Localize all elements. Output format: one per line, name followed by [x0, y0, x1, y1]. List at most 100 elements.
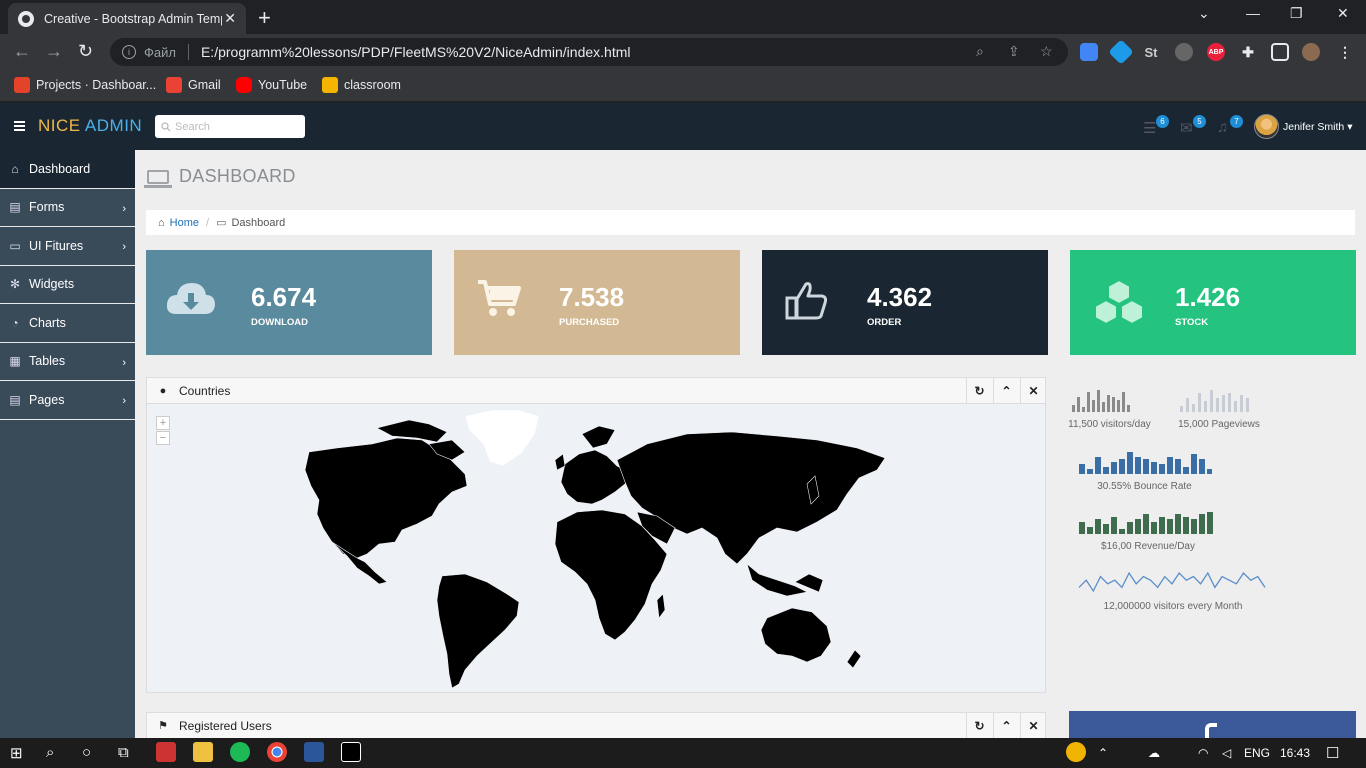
refresh-icon[interactable]: ↻	[966, 713, 992, 738]
extension-st-icon[interactable]: St	[1142, 43, 1160, 61]
chevron-up-icon[interactable]: ⌃	[1098, 746, 1108, 760]
sparkline-bar	[1072, 405, 1075, 412]
intellij-icon[interactable]	[341, 742, 361, 762]
map-zoom-in-button[interactable]: +	[156, 416, 170, 430]
bookmark-youtube[interactable]: YouTube	[236, 77, 307, 93]
extension-icon[interactable]	[1175, 43, 1193, 61]
wifi-icon[interactable]: ◠	[1198, 746, 1208, 760]
reload-icon[interactable]: ↻	[78, 41, 93, 62]
sidebar-item-widgets[interactable]: ✻ Widgets	[0, 266, 135, 304]
sidebar-item-forms[interactable]: ▤ Forms ›	[0, 189, 135, 227]
world-map[interactable]: + −	[147, 404, 1045, 692]
bookmark-label: Projects · Dashboar...	[36, 78, 157, 92]
stat-card-order[interactable]: 4.362 ORDER	[762, 250, 1048, 355]
sparkline-bar	[1216, 398, 1219, 412]
sparkline-label: 11,500 visitors/day	[1068, 419, 1151, 430]
zoom-icon[interactable]: ⌕	[976, 43, 984, 60]
sparkline-bar	[1077, 397, 1080, 412]
weather-icon[interactable]	[1066, 742, 1086, 762]
collapse-icon[interactable]: ⌃	[993, 378, 1019, 403]
gmail-icon	[166, 77, 182, 93]
tab-search-icon[interactable]: ⌄	[1198, 5, 1210, 22]
sidebar-item-ui-fitures[interactable]: ▭ UI Fitures ›	[0, 227, 135, 266]
facebook-widget[interactable]	[1069, 711, 1356, 741]
adblock-icon[interactable]: ABP	[1207, 43, 1225, 61]
minimize-button[interactable]: —	[1246, 5, 1260, 21]
user-menu[interactable]: Jenifer Smith ▾	[1283, 121, 1352, 133]
info-icon[interactable]: i	[122, 45, 136, 59]
maximize-button[interactable]: ❐	[1290, 5, 1303, 22]
tasks-icon[interactable]: ☰	[1143, 119, 1156, 137]
sparkline-chart	[1072, 390, 1130, 412]
chrome-icon[interactable]	[267, 742, 287, 762]
bookmark-gmail[interactable]: Gmail	[166, 77, 221, 93]
bell-icon[interactable]: ♫	[1217, 119, 1228, 136]
notifications-icon[interactable]: ☐	[1326, 744, 1339, 762]
flag-icon: ⚑	[158, 720, 168, 732]
search-input[interactable]	[175, 120, 295, 133]
bookmark-star-icon[interactable]: ☆	[1040, 43, 1053, 60]
close-icon[interactable]: ✕	[1020, 713, 1046, 738]
bookmark-projects[interactable]: Projects · Dashboar...	[14, 77, 156, 93]
sparkline-chart	[1078, 571, 1266, 593]
sidebar-item-dashboard[interactable]: ⌂ Dashboard	[0, 150, 135, 189]
side-panel-icon[interactable]	[1271, 43, 1289, 61]
cortana-icon[interactable]: ○	[82, 744, 91, 761]
profile-avatar[interactable]	[1302, 43, 1320, 61]
cart-icon	[478, 280, 521, 316]
stat-card-download[interactable]: 6.674 DOWNLOAD	[146, 250, 432, 355]
task-view-icon[interactable]: ⧉	[118, 744, 129, 761]
hamburger-menu-icon[interactable]	[14, 121, 25, 133]
browser-tab[interactable]: Creative - Bootstrap Admin Template ✕	[8, 3, 246, 34]
sidebar-item-pages[interactable]: ▤ Pages ›	[0, 381, 135, 420]
sparkline-line	[1078, 571, 1266, 593]
file-explorer-icon[interactable]	[193, 742, 213, 762]
close-icon[interactable]: ✕	[1020, 378, 1046, 403]
bookmark-label: classroom	[344, 78, 401, 92]
sparkline-bar	[1111, 462, 1117, 474]
stat-card-purchased[interactable]: 7.538 PURCHASED	[454, 250, 740, 355]
extension-icon[interactable]	[1080, 43, 1098, 61]
sparkline-bar	[1151, 462, 1157, 474]
extension-icon[interactable]	[1108, 39, 1134, 65]
address-bar[interactable]: i Файл E:/programm%20lessons/PDP/FleetMS…	[110, 38, 1068, 66]
search-icon[interactable]: ⌕	[46, 744, 54, 761]
mail-icon[interactable]: ✉	[1180, 119, 1193, 137]
chevron-right-icon: ›	[122, 356, 126, 369]
user-avatar[interactable]	[1254, 114, 1279, 139]
stat-card-stock[interactable]: 1.426 STOCK	[1070, 250, 1356, 355]
map-zoom-out-button[interactable]: −	[156, 431, 170, 445]
collapse-icon[interactable]: ⌃	[993, 713, 1019, 738]
sidebar-item-tables[interactable]: ▦ Tables ›	[0, 343, 135, 381]
breadcrumb-home-link[interactable]: Home	[170, 217, 199, 229]
sparkline-bar	[1107, 395, 1110, 412]
bookmark-classroom[interactable]: classroom	[322, 77, 401, 93]
volume-icon[interactable]: ◁	[1222, 746, 1231, 760]
sparkline-bar	[1127, 452, 1133, 474]
tab-close-icon[interactable]: ✕	[224, 10, 236, 27]
app-icon[interactable]	[156, 742, 176, 762]
forward-icon[interactable]: →	[45, 41, 63, 62]
share-icon[interactable]: ⇪	[1008, 43, 1020, 60]
clock[interactable]: 16:43	[1280, 746, 1310, 760]
extensions-puzzle-icon[interactable]: ✚	[1239, 43, 1257, 61]
sparkline-label: 30.55% Bounce Rate	[1097, 481, 1192, 492]
cloud-icon[interactable]: ☁	[1148, 746, 1160, 760]
back-icon[interactable]: ←	[13, 41, 31, 62]
new-tab-button[interactable]: +	[258, 5, 271, 31]
close-window-button[interactable]: ✕	[1337, 5, 1349, 22]
word-icon[interactable]	[304, 742, 324, 762]
windows-start-icon[interactable]: ⊞	[10, 744, 23, 762]
pages-icon: ▤	[9, 392, 21, 407]
spotify-icon[interactable]	[230, 742, 250, 762]
address-url[interactable]: E:/programm%20lessons/PDP/FleetMS%20V2/N…	[201, 44, 631, 60]
youtube-icon	[236, 77, 252, 93]
sidebar-item-charts[interactable]: ◔ Charts	[0, 304, 135, 343]
brand-logo[interactable]: NICE ADMIN	[38, 116, 142, 136]
browser-toolbar: ← → ↻ i Файл E:/programm%20lessons/PDP/F…	[0, 34, 1366, 70]
language-indicator[interactable]: ENG	[1244, 746, 1270, 760]
menu-icon[interactable]: ⋮	[1336, 43, 1354, 61]
sparkline-bar	[1183, 517, 1189, 534]
refresh-icon[interactable]: ↻	[966, 378, 992, 403]
sparkline-bar	[1191, 454, 1197, 474]
